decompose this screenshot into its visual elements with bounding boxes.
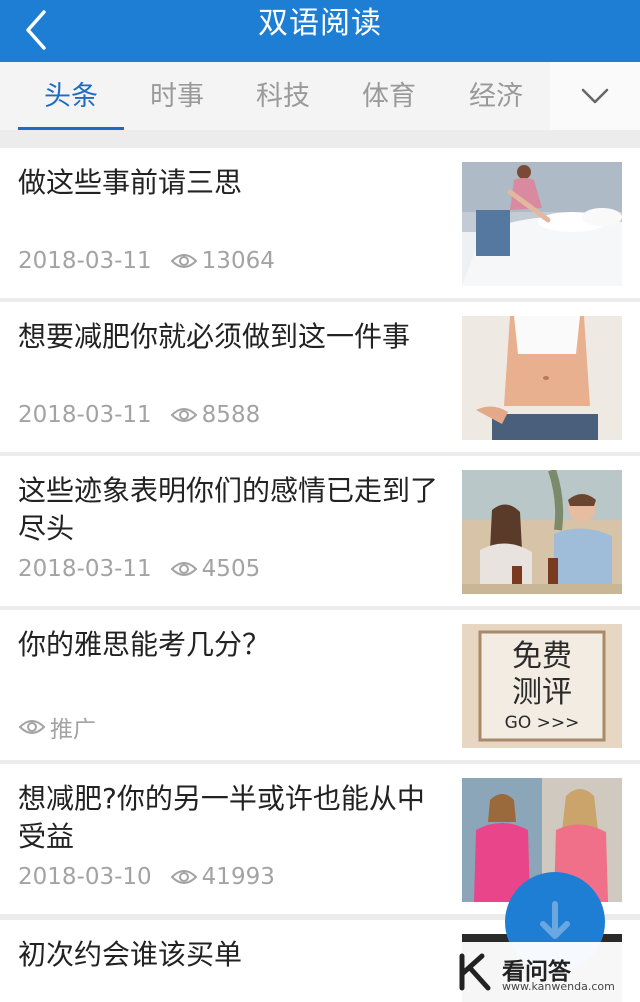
article-thumbnail: 免费 测评 GO >>> bbox=[462, 624, 622, 748]
promoted-label: 推广 bbox=[50, 717, 96, 743]
article-thumbnail bbox=[462, 470, 622, 594]
category-tabs: 头条 时事 科技 体育 经济 bbox=[0, 62, 640, 130]
tab-headlines[interactable]: 头条 bbox=[18, 62, 124, 130]
eye-icon bbox=[170, 870, 198, 884]
view-count: 41993 bbox=[201, 864, 275, 890]
page-title: 双语阅读 bbox=[258, 6, 382, 41]
eye-icon bbox=[170, 254, 198, 268]
tab-sports[interactable]: 体育 bbox=[336, 62, 442, 130]
article-meta: 推广 bbox=[18, 710, 96, 744]
watermark-url: www.kanwenda.com bbox=[502, 980, 615, 993]
tabs-more-button[interactable] bbox=[550, 62, 640, 130]
article-meta: 2018-03-11 13064 bbox=[18, 248, 275, 274]
tab-current-affairs[interactable]: 时事 bbox=[124, 62, 230, 130]
list-item[interactable]: 你的雅思能考几分？ 推广 免费 测评 GO >>> bbox=[0, 610, 640, 760]
article-meta: 2018-03-11 8588 bbox=[18, 402, 260, 428]
view-count: 13064 bbox=[201, 248, 275, 274]
article-meta: 2018-03-11 4505 bbox=[18, 556, 260, 582]
article-title: 初次约会谁该买单 bbox=[18, 938, 243, 971]
article-thumbnail bbox=[462, 316, 622, 440]
eye-icon bbox=[170, 408, 198, 422]
article-title: 你的雅思能考几分？ bbox=[18, 628, 271, 661]
ad-text-go: GO >>> bbox=[505, 713, 580, 733]
view-count: 4505 bbox=[201, 556, 261, 582]
list-item[interactable]: 做这些事前请三思 2018-03-11 13064 bbox=[0, 148, 640, 298]
article-meta: 2018-03-10 41993 bbox=[18, 864, 275, 890]
article-title: 想减肥?你的另一半或许也能从中受益 bbox=[18, 782, 425, 853]
watermark: 看问答 www.kanwenda.com bbox=[452, 942, 640, 1002]
eye-icon bbox=[18, 720, 46, 734]
view-count: 8588 bbox=[201, 402, 261, 428]
article-date: 2018-03-11 bbox=[18, 248, 152, 274]
article-date: 2018-03-11 bbox=[18, 402, 152, 428]
ad-text-test: 测评 bbox=[512, 675, 572, 710]
app-header: 双语阅读 bbox=[0, 0, 640, 62]
tab-technology[interactable]: 科技 bbox=[230, 62, 336, 130]
article-date: 2018-03-10 bbox=[18, 864, 152, 890]
ad-text-free: 免费 bbox=[512, 639, 572, 674]
chevron-down-icon bbox=[581, 88, 609, 104]
eye-icon bbox=[170, 562, 198, 576]
article-date: 2018-03-11 bbox=[18, 556, 152, 582]
list-item[interactable]: 这些迹象表明你们的感情已走到了尽头 2018-03-11 4505 bbox=[0, 456, 640, 606]
article-title: 这些迹象表明你们的感情已走到了尽头 bbox=[18, 474, 439, 545]
list-item[interactable]: 想要减肥你就必须做到这一件事 2018-03-11 8588 bbox=[0, 302, 640, 452]
article-thumbnail bbox=[462, 162, 622, 286]
article-title: 做这些事前请三思 bbox=[18, 166, 243, 199]
watermark-logo-icon bbox=[459, 953, 491, 991]
tab-economy[interactable]: 经济 bbox=[443, 62, 549, 130]
article-title: 想要减肥你就必须做到这一件事 bbox=[18, 320, 411, 353]
